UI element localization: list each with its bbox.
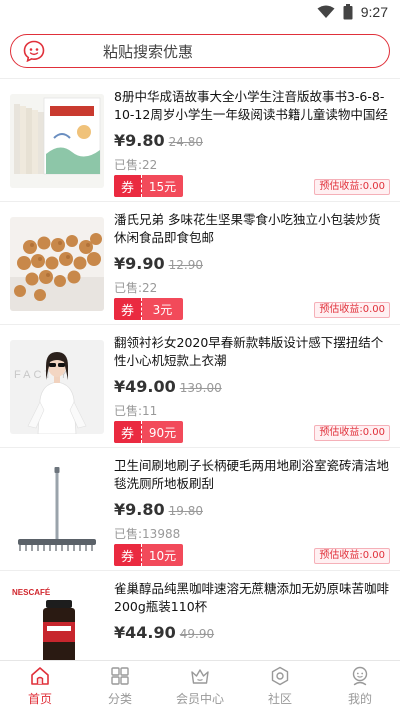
estimated-earning-badge: 预估收益:0.00 xyxy=(314,425,390,441)
crown-icon xyxy=(191,668,209,684)
product-price: ¥9.80 xyxy=(114,131,165,150)
status-time: 9:27 xyxy=(360,4,388,20)
product-price: ¥44.90 xyxy=(114,623,176,642)
battery-icon xyxy=(343,4,353,20)
search-bar[interactable]: 粘贴搜索优惠 xyxy=(10,34,390,68)
sold-count: 已售:11 xyxy=(114,404,158,418)
original-price: 12.90 xyxy=(168,258,203,272)
nav-label: 社区 xyxy=(267,691,292,706)
product-price: ¥9.90 xyxy=(114,254,165,273)
coupon-button[interactable]: 券 15元 xyxy=(114,175,183,197)
coupon-amount: 10元 xyxy=(148,548,177,563)
product-title[interactable]: 8册中华成语故事大全小学生注音版故事书3-6-8-10-12周岁小学生一年级阅读… xyxy=(114,88,390,124)
product-item[interactable]: 卫生间刷地刷子长柄硬毛两用地刷浴室瓷砖清洁地毯洗厕所地板刷刮 ¥9.80 19.… xyxy=(0,448,400,571)
nav-home[interactable]: 首页 xyxy=(0,661,80,710)
coupon-tag: 券 xyxy=(114,175,142,197)
product-title[interactable]: 卫生间刷地刷子长柄硬毛两用地刷浴室瓷砖清洁地毯洗厕所地板刷刮 xyxy=(114,457,390,493)
sold-count: 已售:22 xyxy=(114,158,158,172)
product-title[interactable]: 雀巢醇品纯黑咖啡速溶无蔗糖添加无奶原味苦咖啡200g瓶装110杯 xyxy=(114,580,390,616)
original-price: 49.90 xyxy=(179,627,215,641)
community-icon xyxy=(271,666,289,685)
coupon-button[interactable]: 券 10元 xyxy=(114,544,183,566)
estimated-earning-badge: 预估收益:0.00 xyxy=(314,179,390,195)
sold-count: 已售:13988 xyxy=(114,527,181,541)
product-item[interactable]: 潘氏兄弟 多味花生坚果零食小吃独立小包装炒货休闲食品即食包邮 ¥9.90 12.… xyxy=(0,202,400,325)
nav-label: 我的 xyxy=(347,691,372,706)
nav-label: 分类 xyxy=(107,691,132,706)
coupon-amount: 3元 xyxy=(152,302,173,317)
estimated-earning-badge: 预估收益:0.00 xyxy=(314,302,390,318)
product-image[interactable] xyxy=(10,217,104,311)
sold-count: 已售:22 xyxy=(114,281,158,295)
nav-profile[interactable]: 我的 xyxy=(320,661,400,710)
wifi-icon xyxy=(317,5,335,18)
status-bar: 9:27 xyxy=(0,0,400,26)
original-price: 19.80 xyxy=(168,504,203,518)
original-price: 24.80 xyxy=(168,135,203,149)
nav-member-center[interactable]: 会员中心 xyxy=(160,661,240,710)
chat-logo-icon xyxy=(23,40,45,62)
original-price: 139.00 xyxy=(179,381,222,395)
nav-label: 会员中心 xyxy=(175,691,224,706)
product-title[interactable]: 潘氏兄弟 多味花生坚果零食小吃独立小包装炒货休闲食品即食包邮 xyxy=(114,211,390,247)
product-price: ¥9.80 xyxy=(114,500,165,519)
coupon-tag: 券 xyxy=(114,421,142,443)
bottom-nav: 首页 分类 会员中心 社区 我的 xyxy=(0,660,400,710)
product-item[interactable]: NESCAFÉ 雀巢醇品纯黑咖啡速溶无蔗糖添加无奶原味苦咖啡200g瓶装110杯… xyxy=(0,571,400,660)
coupon-amount: 15元 xyxy=(148,179,177,194)
product-list: 8册中华成语故事大全小学生注音版故事书3-6-8-10-12周岁小学生一年级阅读… xyxy=(0,78,400,660)
product-item[interactable]: FACT Y 翻领衬衫女2020早春新款韩版设计感下摆扭结个性小心机短款上衣潮 … xyxy=(0,325,400,448)
profile-icon xyxy=(352,666,368,685)
nav-community[interactable]: 社区 xyxy=(240,661,320,710)
product-image[interactable]: FACT Y xyxy=(10,340,104,434)
product-title[interactable]: 翻领衬衫女2020早春新款韩版设计感下摆扭结个性小心机短款上衣潮 xyxy=(114,334,390,370)
coupon-button[interactable]: 券 3元 xyxy=(114,298,183,320)
nav-category[interactable]: 分类 xyxy=(80,661,160,710)
product-image[interactable] xyxy=(10,94,104,188)
estimated-earning-badge: 预估收益:0.00 xyxy=(314,548,390,564)
product-image[interactable] xyxy=(10,463,104,557)
nescafe-logo: NESCAFÉ xyxy=(12,588,51,597)
coupon-tag: 券 xyxy=(114,544,142,566)
search-input[interactable]: 粘贴搜索优惠 xyxy=(103,41,193,62)
coupon-button[interactable]: 券 90元 xyxy=(114,421,183,443)
category-icon xyxy=(111,666,129,685)
product-item[interactable]: 8册中华成语故事大全小学生注音版故事书3-6-8-10-12周岁小学生一年级阅读… xyxy=(0,79,400,202)
product-price: ¥49.00 xyxy=(114,377,176,396)
home-icon xyxy=(31,666,49,685)
product-image[interactable]: NESCAFÉ xyxy=(10,586,104,660)
coupon-tag: 券 xyxy=(114,298,142,320)
nav-label: 首页 xyxy=(27,691,52,706)
coupon-amount: 90元 xyxy=(148,425,177,440)
